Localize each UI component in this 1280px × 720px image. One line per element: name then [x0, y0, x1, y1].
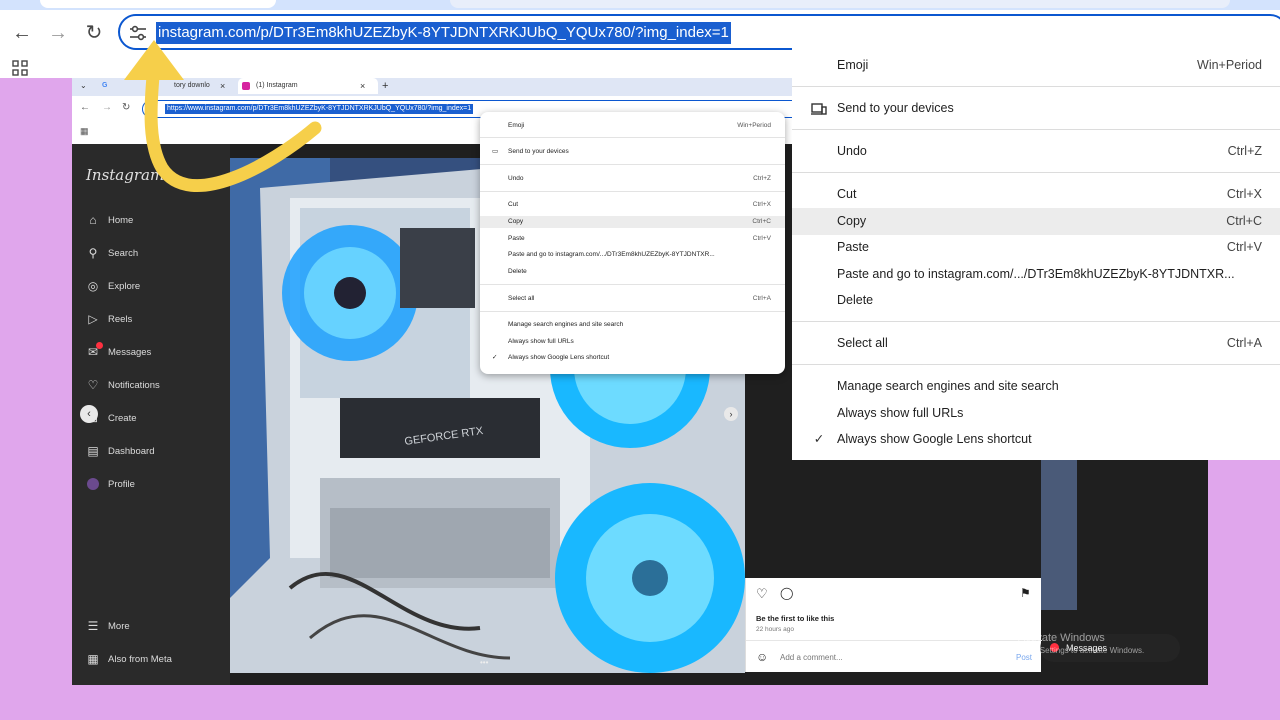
- messenger-icon: ✉: [86, 342, 103, 359]
- dashboard-icon: ▤: [87, 444, 99, 458]
- tab[interactable]: [40, 0, 276, 8]
- side-photo: [1041, 460, 1077, 610]
- menu-item-show-full-urls[interactable]: Always show full URLs: [792, 400, 1280, 427]
- menu-item-copy[interactable]: Copy Ctrl+C: [792, 208, 1280, 235]
- meta-icon: ▦: [87, 652, 99, 666]
- activate-windows-watermark: Activate Windows Go to Settings to activ…: [1018, 632, 1145, 655]
- yellow-annotation-arrow: [124, 40, 322, 192]
- post-time: 22 hours ago: [756, 626, 794, 633]
- menu-item-cut[interactable]: Cut Ctrl+X: [480, 199, 785, 211]
- menu-item-show-full-urls[interactable]: Always show full URLs: [480, 336, 785, 348]
- nav-notifications[interactable]: ♡ Notifications: [86, 377, 160, 393]
- nav-search[interactable]: ⚲ Search: [86, 245, 139, 261]
- menu-icon: ☰: [87, 619, 99, 633]
- menu-item-send-to-devices[interactable]: Send to your devices: [792, 95, 1280, 122]
- menu-item-paste[interactable]: Paste Ctrl+V: [792, 234, 1280, 261]
- next-image-icon[interactable]: ›: [724, 407, 738, 421]
- inner-context-menu: Emoji Win+Period ▭ Send to your devices Un…: [480, 112, 785, 374]
- like-heart-icon[interactable]: ♡: [756, 586, 768, 602]
- menu-item-undo[interactable]: Undo Ctrl+Z: [480, 173, 785, 185]
- apps-grid-icon[interactable]: [12, 60, 28, 76]
- comment-icon[interactable]: ◯: [780, 586, 793, 600]
- menu-item-emoji[interactable]: Emoji Win+Period: [792, 52, 1280, 79]
- prev-post-icon[interactable]: ‹: [80, 405, 98, 423]
- nav-dashboard[interactable]: ▤ Dashboard: [86, 443, 154, 459]
- tab-strip: [0, 0, 1280, 10]
- menu-item-send-to-devices[interactable]: ▭ Send to your devices: [480, 146, 785, 158]
- menu-item-select-all[interactable]: Select all Ctrl+A: [480, 293, 785, 305]
- avatar-icon: [86, 477, 100, 491]
- menu-item-google-lens[interactable]: ✓ Always show Google Lens shortcut: [792, 426, 1280, 453]
- close-icon[interactable]: ×: [360, 78, 365, 94]
- checkmark-icon: ✓: [813, 432, 825, 446]
- menu-item-google-lens[interactable]: ✓ Always show Google Lens shortcut: [480, 352, 785, 364]
- menu-item-delete[interactable]: Delete: [792, 287, 1280, 314]
- menu-item-manage-search-engines[interactable]: Manage search engines and site search: [792, 373, 1280, 400]
- nav-reels[interactable]: ▷ Reels: [86, 311, 132, 327]
- checkmark-icon: ✓: [492, 354, 498, 361]
- search-icon: ⚲: [88, 246, 98, 260]
- carousel-dots: •••: [480, 658, 489, 667]
- forward-arrow-icon[interactable]: →: [46, 22, 70, 44]
- comment-bar: ☺ Add a comment... Post: [746, 640, 1042, 672]
- devices-icon: [810, 95, 828, 122]
- menu-item-undo[interactable]: Undo Ctrl+Z: [792, 138, 1280, 165]
- apps-grid-icon[interactable]: ▦: [80, 126, 89, 137]
- menu-item-select-all[interactable]: Select all Ctrl+A: [792, 330, 1280, 357]
- nav-also-from-meta[interactable]: ▦ Also from Meta: [86, 651, 172, 667]
- menu-item-manage-search-engines[interactable]: Manage search engines and site search: [480, 319, 785, 331]
- menu-item-cut[interactable]: Cut Ctrl+X: [792, 181, 1280, 208]
- heart-icon: ♡: [87, 378, 99, 392]
- notification-badge: [96, 342, 103, 349]
- nav-messages[interactable]: ✉ Messages: [86, 342, 151, 360]
- home-icon: ⌂: [89, 213, 97, 227]
- post-actions-panel: ♡ ◯ ⚑ Be the first to like this 22 hours…: [745, 578, 1042, 672]
- bookmark-icon[interactable]: ⚑: [1020, 586, 1031, 600]
- zoomed-context-menu: Emoji Win+Period Send to your devices Und…: [792, 44, 1280, 460]
- menu-item-paste-and-go[interactable]: Paste and go to instagram.com/.../DTr3Em…: [792, 261, 1280, 288]
- likes-text: Be the first to like this: [756, 614, 835, 623]
- compass-icon: ◎: [87, 279, 99, 293]
- menu-item-paste-and-go[interactable]: Paste and go to instagram.com/.../DTr3Em…: [480, 249, 785, 261]
- nav-more[interactable]: ☰ More: [86, 618, 130, 634]
- tab[interactable]: [450, 0, 1230, 8]
- nav-explore[interactable]: ◎ Explore: [86, 278, 140, 294]
- nav-profile[interactable]: Profile: [86, 476, 135, 492]
- menu-item-paste[interactable]: Paste Ctrl+V: [480, 233, 785, 245]
- menu-item-copy[interactable]: Copy Ctrl+C: [480, 216, 785, 228]
- comment-input[interactable]: Add a comment...: [780, 653, 843, 662]
- chevron-down-icon[interactable]: ⌄: [80, 78, 87, 94]
- back-arrow-icon[interactable]: ←: [80, 102, 90, 113]
- new-tab-icon[interactable]: +: [382, 78, 388, 94]
- menu-item-delete[interactable]: Delete: [480, 266, 785, 278]
- devices-icon: ▭: [492, 148, 499, 155]
- reels-icon: ▷: [88, 312, 98, 326]
- menu-item-emoji[interactable]: Emoji Win+Period: [480, 120, 785, 132]
- back-arrow-icon[interactable]: ←: [10, 22, 34, 44]
- emoji-icon[interactable]: ☺: [756, 650, 768, 664]
